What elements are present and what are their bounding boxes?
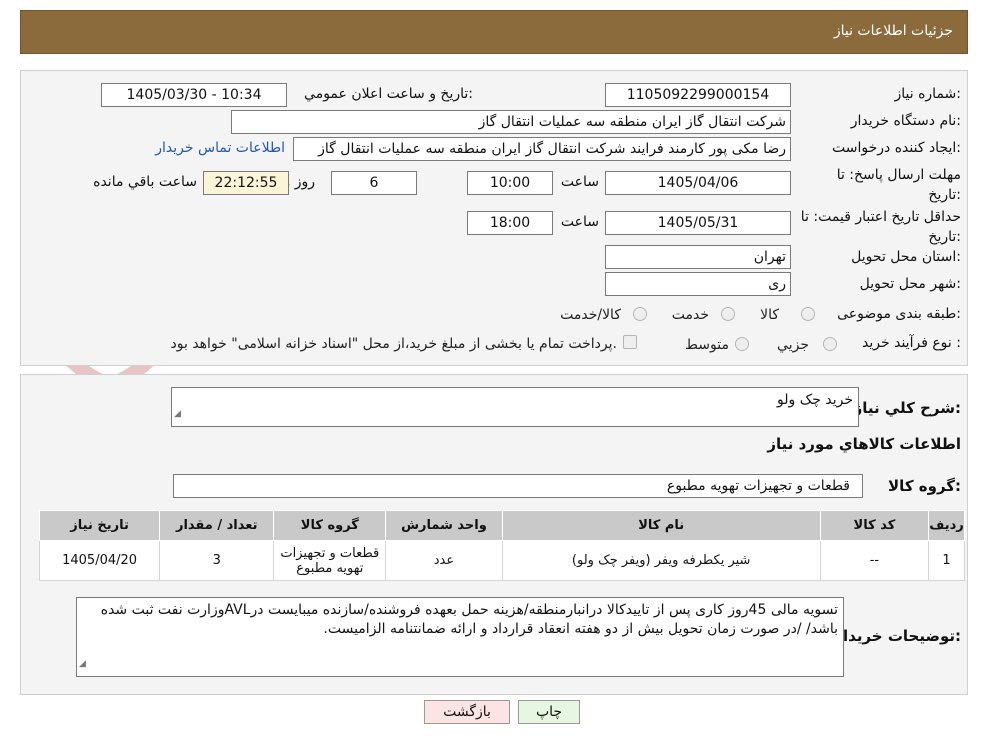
buyer-org-field[interactable]: شرکت انتقال گاز ایران منطقه سه عملیات ان… — [231, 110, 791, 134]
cell-date: 1405/04/20 — [38, 540, 161, 581]
cell-code: -- — [819, 540, 929, 581]
col-code: کد کالا — [819, 510, 929, 541]
creator-label: ایجاد کننده درخواست: — [832, 140, 961, 156]
process-label: نوع فرآیند خرید : — [862, 335, 961, 351]
process-medium-label: متوسط — [685, 337, 729, 353]
province-field[interactable]: تهران — [605, 245, 791, 269]
page-header: جزئیات اطلاعات نیاز — [20, 10, 968, 54]
resize-grip-icon[interactable]: ◢ — [174, 405, 181, 424]
remaining-time-field: 22:12:55 — [203, 171, 289, 195]
buyer-org-label: نام دستگاه خریدار: — [850, 113, 961, 129]
price-validity-label: حداقل تاریخ اعتبار قیمت: تا تاریخ: — [800, 209, 961, 245]
deadline-label: مهلت ارسال پاسخ: تا تاریخ: — [836, 167, 961, 203]
items-table: رديف کد کالا نام کالا واحد شمارش گروه کا… — [38, 510, 966, 581]
remaining-time-label: ساعت باقي مانده — [93, 174, 197, 190]
col-unit: واحد شمارش — [385, 510, 503, 541]
cell-group: قطعات و تجهیزات تهویه مطبوع — [273, 540, 387, 581]
goods-group-label: گروه كالا: — [888, 477, 961, 495]
resize-grip-icon[interactable]: ◢ — [79, 655, 86, 674]
announce-datetime-label: تاریخ و ساعت اعلان عمومي: — [304, 86, 473, 102]
province-label: استان محل تحویل: — [851, 249, 961, 265]
category-service-radio[interactable] — [721, 307, 735, 321]
table-row: 1 -- شیر یکطرفه ویفر (ویفر چک ولو) عدد ق… — [38, 540, 966, 581]
process-minor-radio[interactable] — [823, 337, 837, 351]
buyer-notes-text: تسویه مالی 45روز کاری پس از تاییدکالا در… — [100, 602, 838, 637]
col-row: رديف — [927, 510, 966, 541]
items-title: اطلاعات كالاهاي مورد نياز — [767, 435, 961, 453]
buyer-notes-label: توضیحات خریدار: — [834, 627, 961, 645]
deadline-time-label: ساعت — [560, 174, 599, 190]
deadline-time-field[interactable]: 10:00 — [467, 171, 553, 195]
category-both-radio[interactable] — [633, 307, 647, 321]
city-field[interactable]: ری — [605, 272, 791, 296]
buyer-notes-textarea[interactable]: تسویه مالی 45روز کاری پس از تاییدکالا در… — [76, 597, 844, 677]
cell-unit: عدد — [385, 540, 503, 581]
page-title: جزئیات اطلاعات نیاز — [833, 23, 953, 39]
need-number-label: شماره نیاز: — [894, 86, 961, 102]
items-table-header: رديف کد کالا نام کالا واحد شمارش گروه کا… — [38, 510, 966, 541]
need-info-panel: شماره نیاز: 1105092299000154 تاریخ و ساع… — [20, 70, 968, 366]
cell-qty: 3 — [159, 540, 275, 581]
category-service-label: خدمت — [671, 307, 709, 323]
need-number-field[interactable]: 1105092299000154 — [605, 83, 791, 107]
col-name: نام کالا — [501, 510, 821, 541]
treasury-payment-checkbox[interactable] — [623, 335, 637, 349]
process-minor-label: جزيي — [777, 337, 809, 353]
creator-field[interactable]: رضا مکی پور کارمند فرایند شرکت انتقال گا… — [293, 137, 791, 161]
price-validity-date-field[interactable]: 1405/05/31 — [605, 211, 791, 235]
buyer-contact-link[interactable]: اطلاعات تماس خریدار — [155, 140, 285, 156]
summary-textarea[interactable]: خرید چک ولو ◢ — [171, 387, 859, 427]
category-label: طبقه بندی موضوعی: — [837, 306, 961, 322]
category-goods-label: کالا — [760, 307, 779, 323]
needs-details-panel: شرح كلي نياز: خرید چک ولو ◢ اطلاعات كالا… — [20, 374, 968, 695]
print-button[interactable]: چاپ — [518, 700, 580, 724]
price-validity-time-label: ساعت — [560, 214, 599, 230]
summary-label: شرح كلي نياز: — [853, 399, 961, 417]
category-both-label: کالا/خدمت — [560, 307, 621, 323]
cell-name: شیر یکطرفه ویفر (ویفر چک ولو) — [501, 540, 821, 581]
col-date: تاریخ نیاز — [38, 510, 161, 541]
col-qty: تعداد / مقدار — [159, 510, 275, 541]
summary-text: خرید چک ولو — [777, 392, 853, 408]
announce-datetime-field[interactable]: 1405/03/30 - 10:34 — [101, 83, 287, 107]
category-goods-radio[interactable] — [801, 307, 815, 321]
remaining-days-field: 6 — [331, 171, 417, 195]
back-button[interactable]: بازگشت — [424, 700, 510, 724]
deadline-date-field[interactable]: 1405/04/06 — [605, 171, 791, 195]
col-group: گروه کالا — [273, 510, 387, 541]
price-validity-time-field[interactable]: 18:00 — [467, 211, 553, 235]
cell-row: 1 — [927, 540, 966, 581]
treasury-payment-note: پرداخت تمام یا بخشی از مبلغ خرید،از محل … — [170, 336, 617, 352]
goods-group-field[interactable]: قطعات و تجهیزات تهویه مطبوع — [173, 474, 863, 498]
process-medium-radio[interactable] — [735, 337, 749, 351]
city-label: شهر محل تحویل: — [859, 276, 961, 292]
